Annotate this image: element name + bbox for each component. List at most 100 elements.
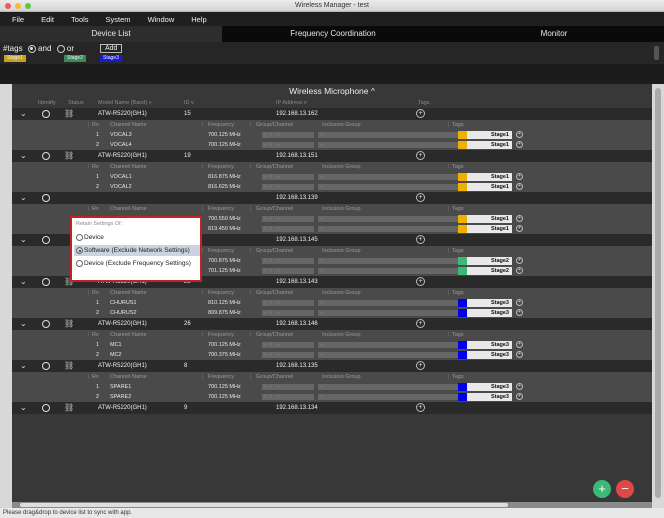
section-header-wireless-microphone[interactable]: Wireless Microphone ^ <box>12 84 652 98</box>
chevron-down-icon[interactable]: ⌄ <box>20 109 27 118</box>
device-row[interactable]: ⌄ ⛓ ATW-R5220(GH1) 26 192.168.13.146 + <box>12 318 652 330</box>
group-channel-field[interactable]: -- / -- <box>262 132 314 138</box>
remove-device-button[interactable]: − <box>616 480 634 498</box>
col-model[interactable]: Model Name (Band) v <box>98 100 152 106</box>
add-channel-tag-icon[interactable]: + <box>516 267 523 274</box>
add-channel-tag-icon[interactable]: + <box>516 309 523 316</box>
tag-badge[interactable]: Stage3 <box>458 341 512 349</box>
option-software-exclude-network[interactable]: Software (Exclude Network Settings) <box>74 245 200 256</box>
add-channel-tag-icon[interactable]: + <box>516 173 523 180</box>
group-channel-field[interactable]: -- / -- <box>262 300 314 306</box>
chevron-down-icon[interactable]: ⌄ <box>20 361 27 370</box>
menu-edit[interactable]: Edit <box>41 15 54 24</box>
add-tag-icon[interactable]: + <box>416 277 425 286</box>
add-channel-tag-icon[interactable]: + <box>516 393 523 400</box>
add-tag-button[interactable]: Add <box>100 44 123 53</box>
channel-row[interactable]: 2 VOCAL4 700.125 MHz -- / -- -- Stage1 + <box>12 140 652 150</box>
add-tag-icon[interactable]: + <box>416 193 425 202</box>
channel-row[interactable]: 1 VOCAL3 700.125 MHz -- / -- -- Stage1 + <box>12 130 652 140</box>
group-channel-field[interactable]: -- / -- <box>262 226 314 232</box>
channel-row[interactable]: 2 SPARE2 700.125 MHz -- / -- -- Stage3 + <box>12 392 652 402</box>
identify-circle-icon[interactable] <box>42 362 50 370</box>
tag-badge[interactable]: Stage3 <box>458 299 512 307</box>
add-tag-icon[interactable]: + <box>416 319 425 328</box>
group-channel-field[interactable]: -- / -- <box>262 142 314 148</box>
tag-badge[interactable]: Stage3 <box>458 393 512 401</box>
add-tag-icon[interactable]: + <box>416 403 425 412</box>
tag-badge[interactable]: Stage1 <box>458 131 512 139</box>
add-channel-tag-icon[interactable]: + <box>516 225 523 232</box>
tab-device-list[interactable]: Device List <box>0 26 222 42</box>
channel-row[interactable]: 2 VOCAL2 816.625 MHz -- / -- -- Stage1 + <box>12 182 652 192</box>
and-radio[interactable] <box>27 44 36 53</box>
menu-tools[interactable]: Tools <box>71 15 89 24</box>
tag-badge[interactable]: Stage2 <box>458 267 512 275</box>
tags-bar-scrollbar[interactable] <box>654 46 659 60</box>
add-channel-tag-icon[interactable]: + <box>516 131 523 138</box>
add-channel-tag-icon[interactable]: + <box>516 299 523 306</box>
col-identify[interactable]: Identify <box>38 100 56 106</box>
add-tag-icon[interactable]: + <box>416 109 425 118</box>
add-channel-tag-icon[interactable]: + <box>516 183 523 190</box>
identify-circle-icon[interactable] <box>42 236 50 244</box>
menu-help[interactable]: Help <box>191 15 206 24</box>
identify-circle-icon[interactable] <box>42 194 50 202</box>
group-channel-field[interactable]: -- / -- <box>262 258 314 264</box>
tag-badge[interactable]: Stage3 <box>458 383 512 391</box>
chevron-down-icon[interactable]: ⌄ <box>20 277 27 286</box>
group-channel-field[interactable]: -- / -- <box>262 394 314 400</box>
tag-badge[interactable]: Stage1 <box>458 183 512 191</box>
chevron-down-icon[interactable]: ⌄ <box>20 193 27 202</box>
menu-window[interactable]: Window <box>148 15 175 24</box>
col-status[interactable]: Status <box>68 100 84 106</box>
add-tag-icon[interactable]: + <box>416 361 425 370</box>
add-tag-icon[interactable]: + <box>416 235 425 244</box>
option-device[interactable]: Device <box>74 232 200 243</box>
identify-circle-icon[interactable] <box>42 320 50 328</box>
chevron-down-icon[interactable]: ⌄ <box>20 151 27 160</box>
channel-row[interactable]: 2 CHURUS2 809.875 MHz -- / -- -- Stage3 + <box>12 308 652 318</box>
chevron-down-icon[interactable]: ⌄ <box>20 403 27 412</box>
identify-circle-icon[interactable] <box>42 152 50 160</box>
group-channel-field[interactable]: -- / -- <box>262 384 314 390</box>
channel-row[interactable]: 1 CHURUS1 810.125 MHz -- / -- -- Stage3 + <box>12 298 652 308</box>
add-channel-tag-icon[interactable]: + <box>516 257 523 264</box>
channel-row[interactable]: 1 VOCAL1 816.875 MHz -- / -- -- Stage1 + <box>12 172 652 182</box>
or-radio[interactable] <box>56 44 65 53</box>
tag-badge[interactable]: Stage1 <box>458 225 512 233</box>
group-channel-field[interactable]: -- / -- <box>262 184 314 190</box>
add-channel-tag-icon[interactable]: + <box>516 351 523 358</box>
group-channel-field[interactable]: -- / -- <box>262 268 314 274</box>
add-channel-tag-icon[interactable]: + <box>516 383 523 390</box>
tab-monitor[interactable]: Monitor <box>444 26 664 42</box>
menu-system[interactable]: System <box>106 15 131 24</box>
tag-badge[interactable]: Stage1 <box>458 173 512 181</box>
tag-badge[interactable]: Stage3 <box>458 351 512 359</box>
option-device-exclude-frequency[interactable]: Device (Exclude Frequency Settings) <box>74 258 200 269</box>
chevron-down-icon[interactable]: ⌄ <box>20 319 27 328</box>
device-row[interactable]: ⌄ 192.168.13.139 + <box>12 192 652 204</box>
device-row[interactable]: ⌄ ⛓ ATW-R5220(GH1) 19 192.168.13.151 + <box>12 150 652 162</box>
channel-row[interactable]: 1 MC1 700.125 MHz -- / -- -- Stage3 + <box>12 340 652 350</box>
identify-circle-icon[interactable] <box>42 278 50 286</box>
add-channel-tag-icon[interactable]: + <box>516 341 523 348</box>
vertical-scrollbar[interactable] <box>652 84 664 502</box>
channel-row[interactable]: 1 SPARE1 700.125 MHz -- / -- -- Stage3 + <box>12 382 652 392</box>
tag-badge[interactable]: Stage1 <box>458 141 512 149</box>
chevron-down-icon[interactable]: ⌄ <box>20 235 27 244</box>
tab-frequency-coordination[interactable]: Frequency Coordination <box>222 26 444 42</box>
col-ip[interactable]: IP Address v <box>276 100 307 106</box>
identify-circle-icon[interactable] <box>42 404 50 412</box>
device-row[interactable]: ⌄ ⛓ ATW-R5220(GH1) 8 192.168.13.135 + <box>12 360 652 372</box>
add-device-button[interactable]: + <box>593 480 611 498</box>
channel-row[interactable]: 2 MC2 700.375 MHz -- / -- -- Stage3 + <box>12 350 652 360</box>
horizontal-scroll-thumb[interactable] <box>20 503 508 507</box>
device-row[interactable]: ⌄ ⛓ ATW-R5220(GH1) 9 192.168.13.134 + <box>12 402 652 414</box>
group-channel-field[interactable]: -- / -- <box>262 352 314 358</box>
group-channel-field[interactable]: -- / -- <box>262 310 314 316</box>
tag-chip-stage2[interactable]: Stage2 <box>64 55 86 62</box>
tag-badge[interactable]: Stage1 <box>458 215 512 223</box>
group-channel-field[interactable]: -- / -- <box>262 216 314 222</box>
add-channel-tag-icon[interactable]: + <box>516 215 523 222</box>
tag-badge[interactable]: Stage2 <box>458 257 512 265</box>
